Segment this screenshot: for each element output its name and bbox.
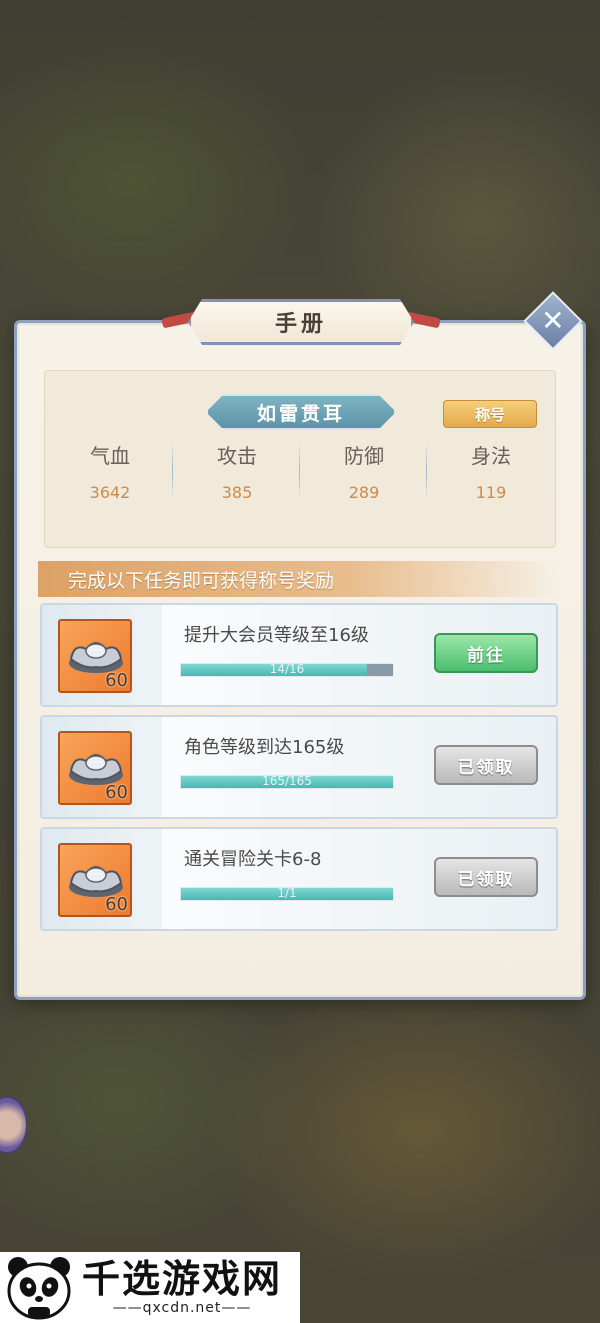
task-name: 角色等级到达165级 (184, 737, 345, 758)
reward-item-slot[interactable]: 60 (58, 731, 132, 805)
stat-value: 119 (475, 483, 507, 502)
modal-title-plaque: 手册 (188, 299, 414, 345)
silver-ingot-icon (69, 866, 123, 897)
task-progress-bar: 165/165 (180, 774, 394, 789)
stat-value: 385 (221, 483, 253, 502)
silver-ingot-icon (69, 642, 123, 673)
watermark-url: ——qxcdn.net—— (112, 1300, 252, 1317)
task-row: 60 通关冒险关卡6-8 1/1 已领取 (40, 827, 558, 931)
task-progress-bar: 1/1 (180, 886, 394, 901)
stat-hp: 气血 3642 (46, 440, 174, 502)
site-watermark: 千选游戏网 ——qxcdn.net—— (0, 1252, 300, 1323)
progress-text: 14/16 (269, 662, 305, 676)
modal-title: 手册 (274, 312, 327, 337)
task-progress-bar: 14/16 (180, 662, 394, 677)
task-row: 60 角色等级到达165级 165/165 已领取 (40, 715, 558, 819)
stat-label: 攻击 (217, 444, 257, 468)
progress-text: 1/1 (277, 886, 297, 900)
task-row: 60 提升大会员等级至16级 14/16 前往 (40, 603, 558, 707)
panda-logo-icon (7, 1256, 71, 1319)
stat-attack: 攻击 385 (173, 440, 301, 502)
reward-count: 60 (105, 894, 128, 915)
close-icon: ✕ (541, 304, 565, 337)
claimed-button[interactable]: 已领取 (434, 745, 538, 785)
reward-item-slot[interactable]: 60 (58, 619, 132, 693)
stat-agility: 身法 119 (427, 440, 555, 502)
go-button[interactable]: 前往 (434, 633, 538, 673)
title-name-badge: 如雷贯耳 (206, 394, 396, 430)
task-name: 通关冒险关卡6-8 (184, 849, 322, 870)
task-section-header: 完成以下任务即可获得称号奖励 (38, 561, 558, 597)
stat-value: 3642 (89, 483, 131, 502)
title-tag-button[interactable]: 称号 (443, 400, 537, 428)
task-section-title: 完成以下任务即可获得称号奖励 (68, 569, 335, 592)
reward-count: 60 (105, 670, 128, 691)
reward-item-slot[interactable]: 60 (58, 843, 132, 917)
progress-text: 165/165 (262, 774, 312, 788)
stat-label: 身法 (471, 444, 511, 468)
watermark-brand: 千选游戏网 (82, 1256, 283, 1301)
stat-defense: 防御 289 (300, 440, 428, 502)
silver-ingot-icon (69, 754, 123, 785)
stat-value: 289 (348, 483, 380, 502)
reward-count: 60 (105, 782, 128, 803)
stat-label: 气血 (90, 444, 130, 468)
task-name: 提升大会员等级至16级 (184, 625, 369, 646)
claimed-button[interactable]: 已领取 (434, 857, 538, 897)
stat-label: 防御 (344, 444, 384, 468)
title-name: 如雷贯耳 (256, 402, 345, 425)
title-tag-label: 称号 (474, 405, 505, 424)
